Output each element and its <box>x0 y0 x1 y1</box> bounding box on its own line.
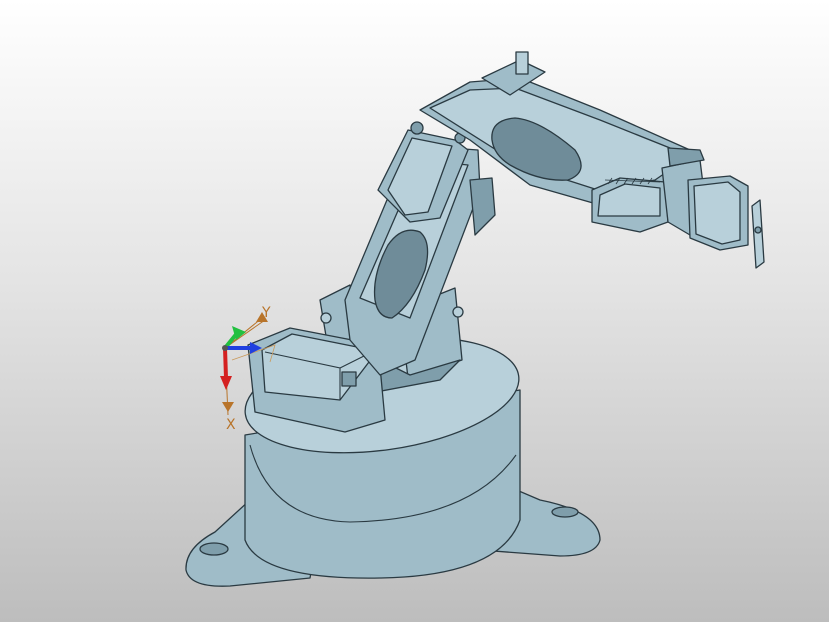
pivot-screw-icon <box>320 312 332 324</box>
servo-horn[interactable] <box>515 51 529 75</box>
y-axis-label: Y <box>262 305 271 321</box>
jaw-screw-icon <box>754 226 762 234</box>
x-axis-arrow-icon <box>220 376 232 390</box>
x-axis-label: X <box>226 417 236 433</box>
x-axis-icon <box>223 347 228 379</box>
triad-origin <box>222 345 228 351</box>
pivot-screw-icon <box>452 306 464 318</box>
servo-screw-icon <box>410 121 424 135</box>
cable-clip <box>341 371 357 387</box>
robot-arm-model[interactable] <box>0 0 829 622</box>
x-arrow-icon <box>222 402 234 412</box>
wrist-servo[interactable] <box>591 177 669 233</box>
gripper-servo[interactable] <box>661 147 749 251</box>
gripper-jaw[interactable] <box>751 199 765 269</box>
cad-3d-viewport[interactable]: Y X <box>0 0 829 622</box>
